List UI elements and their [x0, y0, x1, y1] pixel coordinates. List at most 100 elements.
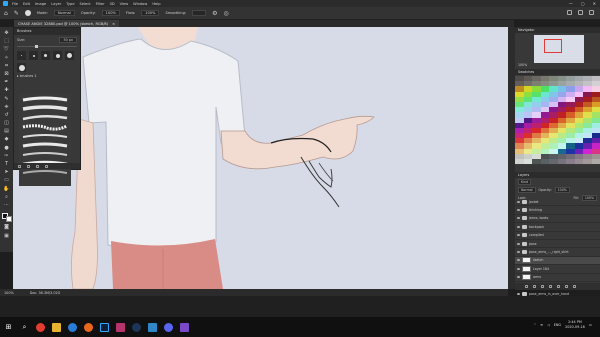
- brush-tool-icon[interactable]: ✎: [14, 10, 19, 17]
- history-brush-icon[interactable]: ↺: [4, 112, 10, 118]
- menu-help[interactable]: Help: [152, 2, 160, 6]
- menu-file[interactable]: File: [12, 2, 18, 6]
- visibility-eye-icon[interactable]: [517, 259, 520, 262]
- search-icon[interactable]: ⌕: [20, 323, 29, 332]
- menu-image[interactable]: Image: [35, 2, 46, 6]
- healing-brush-icon[interactable]: ✚: [4, 87, 10, 93]
- close-window-button[interactable]: ✕: [593, 1, 596, 6]
- close-tab-icon[interactable]: ×: [112, 22, 115, 26]
- visibility-eye-icon[interactable]: [517, 242, 520, 245]
- dodge-tool-icon[interactable]: ●: [4, 145, 10, 151]
- link-layers-icon[interactable]: [525, 284, 528, 288]
- brush-size-slider[interactable]: [17, 45, 77, 48]
- menu-select[interactable]: Select: [80, 2, 91, 6]
- brush-stroke-previews[interactable]: [19, 94, 71, 186]
- brush-preset[interactable]: [29, 51, 38, 60]
- layer-opacity-input[interactable]: 100%: [554, 187, 570, 193]
- gear-icon[interactable]: ⚙: [212, 10, 217, 17]
- swatch[interactable]: [523, 159, 532, 165]
- quick-select-icon[interactable]: ✧: [4, 55, 10, 61]
- brush-settings-icon[interactable]: [18, 164, 21, 168]
- new-group-icon[interactable]: [27, 164, 30, 168]
- menu-view[interactable]: View: [120, 2, 129, 6]
- rectangle-tool-icon[interactable]: ▭: [4, 177, 10, 183]
- illustrator-icon[interactable]: [116, 322, 125, 332]
- blur-tool-icon[interactable]: ◆: [4, 136, 10, 142]
- share-icon[interactable]: [589, 10, 594, 15]
- slider-knob[interactable]: [35, 45, 38, 48]
- swatch[interactable]: [532, 159, 541, 165]
- layer-row[interactable]: thinking: [515, 206, 600, 215]
- eraser-icon[interactable]: ◫: [4, 120, 10, 126]
- path-select-icon[interactable]: ➤: [4, 169, 10, 175]
- pen-tool-icon[interactable]: ✑: [4, 153, 10, 159]
- visibility-eye-icon[interactable]: [517, 276, 520, 279]
- wifi-icon[interactable]: ≋: [540, 323, 543, 327]
- quick-mask-icon[interactable]: ◙: [4, 224, 10, 230]
- document-tab[interactable]: CHASE ANGIE 32880.psd @ 100% (sketch, RG…: [14, 20, 120, 27]
- mode-select[interactable]: Normal: [53, 10, 75, 16]
- smoothing-input[interactable]: [192, 10, 207, 16]
- brush-preset-picker[interactable]: [24, 10, 31, 16]
- move-tool-icon[interactable]: ✥: [4, 30, 10, 36]
- brush-preset[interactable]: [17, 63, 26, 72]
- delete-brush-icon[interactable]: [45, 164, 48, 168]
- zoom-tool-icon[interactable]: ⌕: [4, 194, 10, 200]
- layer-row[interactable]: backpack: [515, 223, 600, 232]
- layer-row[interactable]: Layer 184: [515, 265, 600, 274]
- swatch[interactable]: [549, 159, 558, 165]
- firefox-icon[interactable]: [84, 322, 93, 332]
- discord-icon[interactable]: [164, 322, 173, 332]
- swatch[interactable]: [557, 159, 566, 165]
- settings-icon[interactable]: [180, 322, 189, 332]
- screen-mode-icon[interactable]: ▣: [4, 233, 10, 239]
- swatch[interactable]: [566, 159, 575, 165]
- visibility-eye-icon[interactable]: [517, 217, 520, 220]
- new-layer-icon[interactable]: [565, 284, 568, 288]
- visibility-eye-icon[interactable]: [517, 234, 520, 237]
- visibility-eye-icon[interactable]: [517, 267, 520, 270]
- brush-folder[interactable]: ▸ brushes 1: [14, 73, 80, 79]
- swatch[interactable]: [540, 159, 549, 165]
- swatch[interactable]: [591, 159, 600, 165]
- menu-3d[interactable]: 3D: [110, 2, 115, 6]
- new-brush-icon[interactable]: [36, 164, 39, 168]
- search-icon[interactable]: [567, 10, 572, 15]
- swatch[interactable]: [515, 159, 524, 165]
- folder-icon[interactable]: [148, 322, 157, 332]
- chrome-icon[interactable]: [36, 322, 45, 332]
- photoshop-icon[interactable]: [100, 322, 109, 332]
- layer-row[interactable]: pose_arms_..._right_shirt: [515, 248, 600, 257]
- hand-tool-icon[interactable]: ✋: [3, 186, 9, 192]
- menu-edit[interactable]: Edit: [23, 2, 30, 6]
- menu-type[interactable]: Type: [66, 2, 74, 6]
- edge-icon[interactable]: [68, 322, 77, 332]
- maximize-button[interactable]: ▢: [581, 1, 585, 6]
- workspace-icon[interactable]: [578, 10, 583, 15]
- layer-style-icon[interactable]: [533, 284, 536, 288]
- layer-row[interactable]: jeans, boots: [515, 215, 600, 224]
- menu-window[interactable]: Window: [133, 2, 147, 6]
- color-swatches[interactable]: [1, 213, 12, 223]
- navigator-view-box[interactable]: [544, 39, 562, 53]
- language-indicator[interactable]: ENG: [554, 323, 561, 327]
- navigator-zoom[interactable]: 100%: [518, 63, 527, 67]
- steam-icon[interactable]: [132, 322, 141, 332]
- canvas-area[interactable]: [13, 27, 508, 289]
- minimize-button[interactable]: —: [569, 1, 573, 6]
- notifications-icon[interactable]: ▭: [589, 323, 592, 327]
- visibility-eye-icon[interactable]: [517, 225, 520, 228]
- more-tools-icon[interactable]: ⋯: [4, 202, 10, 208]
- opacity-input[interactable]: 100%: [101, 10, 120, 16]
- layer-row[interactable]: arms: [515, 274, 600, 282]
- swatch[interactable]: [583, 159, 592, 165]
- tray-chevron-icon[interactable]: ⌃: [533, 323, 536, 327]
- lasso-tool-icon[interactable]: ➰: [3, 46, 9, 52]
- background-color[interactable]: [5, 216, 12, 223]
- document-canvas[interactable]: [13, 27, 508, 289]
- volume-icon[interactable]: ◁: [547, 323, 550, 327]
- swatch-grid[interactable]: [515, 76, 600, 165]
- adjustment-layer-icon[interactable]: [549, 284, 552, 288]
- type-tool-icon[interactable]: T: [4, 161, 10, 167]
- marquee-tool-icon[interactable]: ⬚: [4, 38, 10, 44]
